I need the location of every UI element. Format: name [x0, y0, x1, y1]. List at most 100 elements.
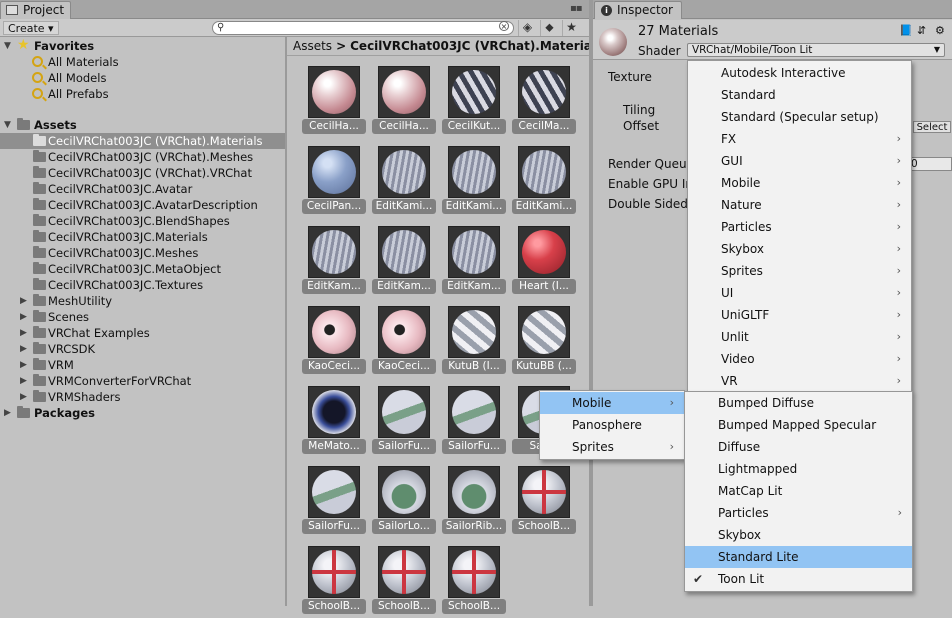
menu-item[interactable]: Standard Lite [685, 546, 912, 568]
asset-tile[interactable]: SchoolB... [372, 546, 436, 618]
menu-item[interactable]: UniGLTF › [688, 304, 911, 326]
menu-item[interactable]: Standard [688, 84, 911, 106]
filter-by-label-icon[interactable]: ⬥ [540, 20, 558, 36]
menu-item[interactable]: Mobile › [688, 172, 911, 194]
tree-item[interactable]: CecilVRChat003JC.Textures [0, 277, 285, 293]
tree-item[interactable]: CecilVRChat003JC.AvatarDescription [0, 197, 285, 213]
render-queue-field[interactable]: 0 [908, 157, 952, 171]
expand-right-icon[interactable]: ▶ [20, 341, 30, 357]
tab-project[interactable]: Project [0, 1, 72, 19]
menu-item[interactable]: GUI › [688, 150, 911, 172]
tree-item[interactable]: ▶ VRMShaders [0, 389, 285, 405]
menu-item[interactable]: Bumped Mapped Specular [685, 414, 912, 436]
tree-item[interactable]: CecilVRChat003JC (VRChat).Meshes [0, 149, 285, 165]
expand-right-icon[interactable]: ▶ [20, 293, 30, 309]
expand-right-icon[interactable]: ▶ [20, 309, 30, 325]
expand-down-icon[interactable]: ▼ [4, 38, 14, 54]
asset-tile[interactable]: KutuB (I... [442, 306, 506, 378]
asset-tile[interactable]: EditKam... [442, 226, 506, 298]
asset-tile[interactable]: EditKami... [512, 146, 576, 218]
asset-tile[interactable]: CecilKut... [442, 66, 506, 138]
breadcrumb-root[interactable]: Assets [293, 39, 332, 53]
tree-item[interactable]: CecilVRChat003JC.Materials [0, 229, 285, 245]
clear-search-icon[interactable]: × [499, 21, 509, 31]
menu-item[interactable]: Diffuse [685, 436, 912, 458]
tree-item[interactable]: ▶ VRChat Examples [0, 325, 285, 341]
asset-tile[interactable]: SailorFu... [372, 386, 436, 458]
expand-down-icon[interactable]: ▼ [4, 117, 14, 133]
menu-item[interactable]: Particles › [685, 502, 912, 524]
tree-item[interactable]: ▶ Packages [0, 405, 285, 421]
tree-item[interactable]: ▼ ★ Favorites [0, 37, 285, 54]
tab-menu-icon[interactable]: ▪▪ [570, 3, 583, 14]
expand-right-icon[interactable]: ▶ [20, 325, 30, 341]
asset-tile[interactable]: SailorRib... [442, 466, 506, 538]
asset-tile[interactable]: SchoolB... [302, 546, 366, 618]
asset-tile[interactable]: KaoCeci... [372, 306, 436, 378]
menu-item[interactable]: MatCap Lit [685, 480, 912, 502]
tree-item[interactable]: CecilVRChat003JC (VRChat).VRChat [0, 165, 285, 181]
tree-item[interactable]: ▶ VRCSDK [0, 341, 285, 357]
expand-right-icon[interactable]: ▶ [20, 373, 30, 389]
asset-tile[interactable]: KaoCeci... [302, 306, 366, 378]
favorite-star-icon[interactable]: ★ [562, 20, 580, 36]
tree-item[interactable]: All Materials [0, 54, 285, 70]
asset-tile[interactable]: CecilMa... [512, 66, 576, 138]
menu-item[interactable]: Video › [688, 348, 911, 370]
menu-item[interactable]: Sprites › [688, 260, 911, 282]
breadcrumb-current[interactable]: CecilVRChat003JC (VRChat).Materials [350, 39, 589, 53]
asset-tile[interactable]: SchoolB... [442, 546, 506, 618]
asset-tile[interactable]: EditKam... [302, 226, 366, 298]
asset-tile[interactable]: EditKami... [442, 146, 506, 218]
menu-item[interactable]: VR › [688, 370, 911, 392]
menu-item[interactable]: Mobile › [540, 392, 684, 414]
menu-item[interactable]: Lightmapped [685, 458, 912, 480]
tree-item[interactable]: All Prefabs [0, 86, 285, 102]
expand-right-icon[interactable]: ▶ [20, 389, 30, 405]
menu-item[interactable]: Sprites › [540, 436, 684, 458]
tree-item[interactable]: ▶ VRMConverterForVRChat [0, 373, 285, 389]
preset-icon[interactable]: ⇵ [917, 24, 929, 37]
tree-item[interactable]: ▼ Assets [0, 117, 285, 133]
asset-tile[interactable]: EditKami... [372, 146, 436, 218]
menu-item[interactable]: FX › [688, 128, 911, 150]
gear-icon[interactable]: ⚙ [935, 24, 947, 37]
expand-right-icon[interactable]: ▶ [20, 357, 30, 373]
menu-item[interactable]: Skybox [685, 524, 912, 546]
menu-item[interactable]: Panosphere [540, 414, 684, 436]
asset-tile[interactable]: EditKam... [372, 226, 436, 298]
tab-inspector[interactable]: i Inspector [594, 1, 682, 19]
tree-item[interactable]: CecilVRChat003JC (VRChat).Materials [0, 133, 285, 149]
tree-item[interactable]: CecilVRChat003JC.MetaObject [0, 261, 285, 277]
tree-item[interactable]: CecilVRChat003JC.Meshes [0, 245, 285, 261]
shader-dropdown[interactable]: VRChat/Mobile/Toon Lit ▼ [687, 43, 945, 57]
tree-item[interactable]: CecilVRChat003JC.Avatar [0, 181, 285, 197]
create-button[interactable]: Create ▾ [3, 21, 59, 35]
menu-item[interactable]: UI › [688, 282, 911, 304]
menu-item[interactable]: Nature › [688, 194, 911, 216]
tree-item[interactable]: CecilVRChat003JC.BlendShapes [0, 213, 285, 229]
search-input[interactable]: ⚲ × [212, 21, 514, 35]
menu-item[interactable]: Autodesk Interactive [688, 62, 911, 84]
menu-item[interactable]: Standard (Specular setup) [688, 106, 911, 128]
filter-by-type-icon[interactable]: ◈ [518, 20, 536, 36]
asset-tile[interactable]: MeMato... [302, 386, 366, 458]
asset-tile[interactable]: CecilPan... [302, 146, 366, 218]
menu-item[interactable]: Particles › [688, 216, 911, 238]
asset-tile[interactable]: SailorLo... [372, 466, 436, 538]
menu-item[interactable]: Unlit › [688, 326, 911, 348]
menu-item[interactable]: Bumped Diffuse [685, 392, 912, 414]
asset-tile[interactable]: SailorFu... [442, 386, 506, 458]
asset-tile[interactable]: Heart (I... [512, 226, 576, 298]
expand-right-icon[interactable]: ▶ [4, 405, 14, 421]
asset-tile[interactable]: SailorFu... [302, 466, 366, 538]
menu-item[interactable]: Skybox › [688, 238, 911, 260]
tree-item[interactable]: ▶ VRM [0, 357, 285, 373]
asset-tile[interactable]: KutuBB (... [512, 306, 576, 378]
asset-tile[interactable]: CecilHa... [302, 66, 366, 138]
texture-select-button[interactable]: Select [913, 121, 951, 133]
tree-item[interactable]: All Models [0, 70, 285, 86]
asset-tile[interactable]: SchoolB... [512, 466, 576, 538]
tree-item[interactable]: ▶ Scenes [0, 309, 285, 325]
tree-item[interactable]: ▶ MeshUtility [0, 293, 285, 309]
